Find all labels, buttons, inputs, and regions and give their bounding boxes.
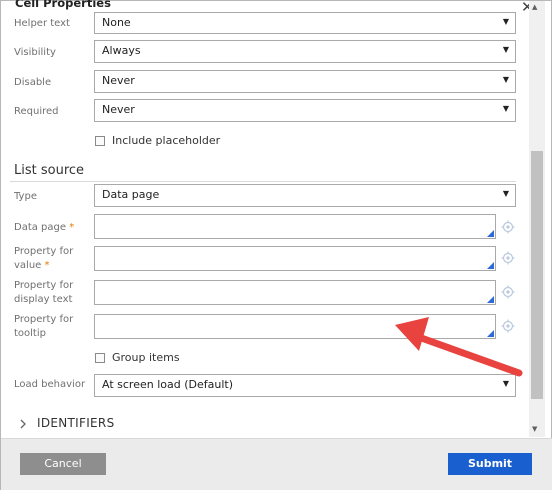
disable-select[interactable]: Never ▼: [94, 70, 516, 93]
visibility-select[interactable]: Always ▼: [94, 40, 516, 63]
chevron-down-icon: ▼: [502, 45, 509, 54]
chevron-down-icon: ▼: [502, 17, 509, 26]
crosshair-icon[interactable]: [501, 220, 515, 234]
cancel-button[interactable]: Cancel: [20, 453, 106, 475]
scroll-up-icon[interactable]: ▲: [532, 3, 537, 11]
section-divider: [10, 181, 516, 182]
property-tooltip-label: Property for tooltip: [14, 314, 74, 339]
property-display-label: Property for display text: [14, 280, 74, 305]
visibility-value: Always: [102, 44, 141, 57]
autocomplete-corner-icon: [487, 230, 494, 237]
chevron-down-icon: ▼: [502, 189, 509, 198]
type-label: Type: [14, 191, 37, 202]
include-placeholder-checkbox[interactable]: [95, 136, 105, 146]
required-select[interactable]: Never ▼: [94, 99, 516, 122]
group-items-checkbox[interactable]: [95, 353, 105, 363]
chevron-down-icon: ▼: [502, 104, 509, 113]
scrollbar-thumb[interactable]: [531, 151, 543, 399]
disable-label: Disable: [14, 77, 52, 88]
identifiers-section-toggle[interactable]: IDENTIFIERS: [37, 416, 115, 430]
cell-properties-dialog: Cell Properties ✕ Helper text None ▼ Vis…: [0, 0, 552, 490]
submit-button[interactable]: Submit: [448, 453, 532, 475]
type-value: Data page: [102, 188, 160, 201]
data-page-label: Data page *: [14, 222, 75, 233]
include-placeholder-label: Include placeholder: [112, 134, 221, 147]
list-source-heading: List source: [14, 163, 85, 178]
helper-text-select[interactable]: None ▼: [94, 12, 516, 34]
load-behavior-label: Load behavior: [14, 379, 86, 390]
dialog-title: Cell Properties: [15, 0, 111, 10]
required-label: Required: [14, 106, 59, 117]
group-items-label: Group items: [112, 351, 180, 364]
property-value-input[interactable]: [94, 246, 496, 271]
required-star-icon: *: [69, 222, 75, 233]
required-star-icon: *: [44, 260, 50, 271]
annotation-arrow-icon: [395, 317, 523, 377]
crosshair-icon[interactable]: [501, 251, 515, 265]
helper-text-value: None: [102, 16, 131, 29]
disable-value: Never: [102, 74, 135, 87]
type-select[interactable]: Data page ▼: [94, 184, 516, 207]
property-value-label: Property for value *: [14, 246, 74, 271]
scroll-down-icon[interactable]: ▼: [532, 425, 537, 433]
dialog-footer: Cancel Submit: [1, 438, 552, 490]
data-page-input[interactable]: [94, 214, 496, 239]
visibility-label: Visibility: [14, 47, 56, 58]
autocomplete-corner-icon: [487, 262, 494, 269]
crosshair-icon[interactable]: [501, 285, 515, 299]
helper-text-label: Helper text: [14, 18, 70, 29]
chevron-down-icon: ▼: [502, 75, 509, 84]
load-behavior-value: At screen load (Default): [102, 378, 233, 391]
required-value: Never: [102, 103, 135, 116]
chevron-right-icon[interactable]: [18, 419, 28, 429]
